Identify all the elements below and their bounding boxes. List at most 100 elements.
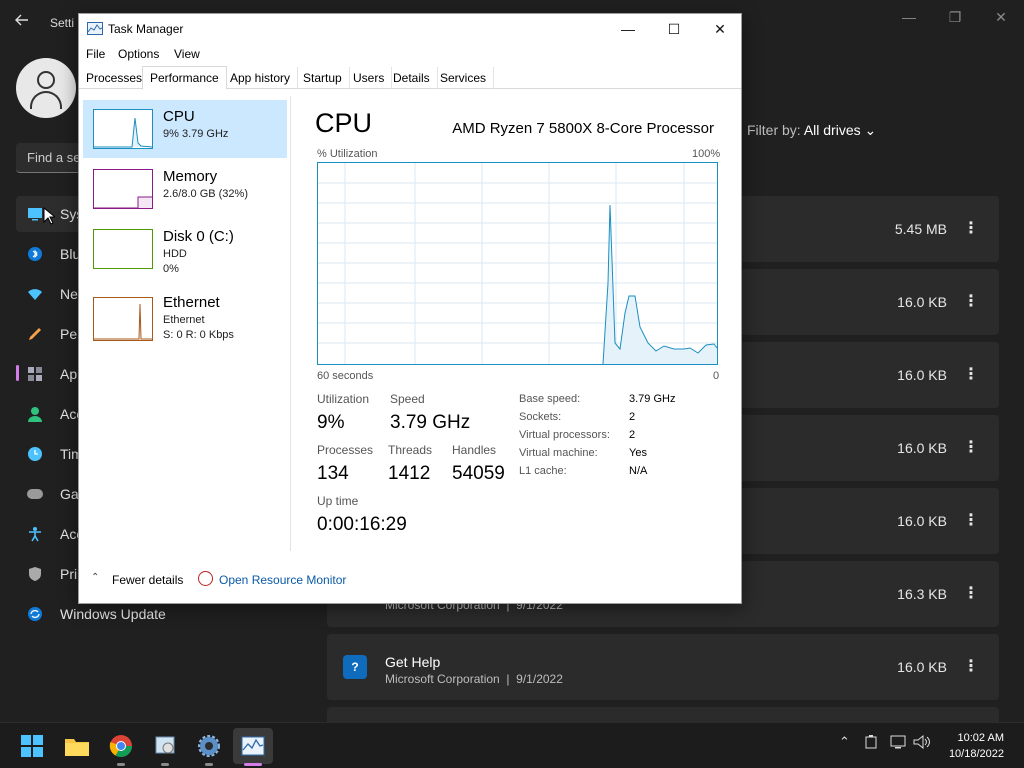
network-icon [26, 285, 44, 303]
spec-value: 3.79 GHz [629, 393, 676, 405]
tab-strip: Processes Performance App history Startu… [79, 66, 741, 90]
back-arrow-icon[interactable] [14, 12, 34, 32]
start-button[interactable] [18, 732, 46, 760]
spec-value: N/A [629, 465, 648, 477]
battery-icon[interactable] [865, 735, 877, 752]
more-options-icon[interactable]: ⋮ [963, 561, 979, 627]
more-options-icon[interactable]: ⋮ [963, 488, 979, 554]
footer: ⌃ Fewer details Open Resource Monitor [79, 570, 741, 590]
menu-options[interactable]: Options [118, 47, 159, 61]
app-size: 5.45 MB [894, 221, 947, 237]
device-detail: S: 0 R: 0 Kbps [163, 329, 234, 341]
device-name: CPU [163, 108, 195, 125]
threads-label: Threads [388, 443, 433, 457]
active-indicator [244, 763, 262, 766]
nav-label: Ne [60, 286, 78, 302]
device-detail: 2.6/8.0 GB (32%) [163, 188, 248, 200]
app-meta: Microsoft Corporation | 9/1/2022 [385, 672, 563, 686]
task-manager-icon [87, 22, 103, 35]
speed-label: Speed [390, 392, 425, 406]
device-name: Ethernet [163, 294, 220, 311]
device-detail: Ethernet [163, 314, 205, 326]
more-options-icon[interactable]: ⋮ [963, 634, 979, 700]
handles-label: Handles [452, 443, 497, 457]
device-detail: 9% 3.79 GHz [163, 128, 229, 140]
more-options-icon[interactable]: ⋮ [963, 269, 979, 335]
control-panel-icon[interactable] [151, 732, 179, 760]
device-cpu[interactable]: CPU 9% 3.79 GHz [83, 100, 287, 158]
chevron-up-icon[interactable]: ⌃ [839, 734, 850, 750]
close-icon[interactable]: ✕ [978, 6, 1024, 28]
speed-value: 3.79 GHz [390, 412, 471, 433]
app-size: 16.0 KB [897, 513, 947, 529]
running-indicator [205, 763, 213, 766]
menu-view[interactable]: View [174, 47, 200, 61]
volume-icon[interactable] [913, 734, 931, 752]
nav-label: Ap [60, 366, 78, 382]
app-name: Get Help [385, 654, 441, 670]
task-manager-taskbar-icon[interactable] [233, 728, 273, 764]
pane-divider[interactable] [290, 96, 291, 551]
app-row-get-help[interactable]: ? Get Help Microsoft Corporation | 9/1/2… [327, 634, 999, 700]
device-name: Disk 0 (C:) [163, 228, 234, 245]
gaming-icon [26, 485, 44, 503]
filter-value: All drives [803, 122, 861, 138]
device-ethernet[interactable]: Ethernet Ethernet S: 0 R: 0 Kbps [83, 286, 287, 344]
processes-label: Processes [317, 443, 374, 457]
spec-label: Sockets: [519, 411, 562, 423]
chrome-icon[interactable] [107, 732, 135, 760]
network-icon[interactable] [890, 735, 906, 752]
spec-label: Virtual machine: [519, 447, 598, 459]
memory-thumbnail-graph [93, 169, 153, 209]
tab-services[interactable]: Services [433, 67, 495, 89]
open-resource-monitor-link[interactable]: Open Resource Monitor [219, 573, 346, 587]
minimize-button[interactable]: — [605, 14, 651, 44]
device-detail: HDD [163, 248, 187, 260]
nav-label: Ga [60, 486, 79, 502]
disk-thumbnail-graph [93, 229, 153, 269]
utilization-label: Utilization [317, 392, 370, 406]
nav-label: Windows Update [60, 606, 166, 622]
device-memory[interactable]: Memory 2.6/8.0 GB (32%) [83, 160, 287, 218]
apps-icon [26, 365, 44, 383]
tab-app-history[interactable]: App history [223, 67, 299, 89]
running-indicator [161, 763, 169, 766]
uptime-label: Up time [317, 494, 359, 508]
settings-gear-icon[interactable] [195, 732, 223, 760]
tab-processes[interactable]: Processes [79, 67, 151, 89]
restore-icon[interactable]: ❐ [932, 6, 978, 28]
minimize-icon[interactable]: — [886, 6, 932, 28]
cpu-model: AMD Ryzen 7 5800X 8-Core Processor [452, 120, 714, 137]
tab-performance[interactable]: Performance [142, 66, 227, 90]
clock[interactable]: 10:02 AM 10/18/2022 [949, 730, 1004, 762]
windows-logo-icon [21, 735, 43, 757]
taskbar: ⌃ 10:02 AM 10/18/2022 [0, 722, 1024, 768]
menu-file[interactable]: File [86, 47, 105, 61]
spec-value: 2 [629, 429, 636, 441]
settings-title: Setti [50, 16, 75, 30]
close-button[interactable]: ✕ [697, 14, 743, 44]
file-explorer-icon[interactable] [63, 732, 91, 760]
utilization-value: 9% [317, 412, 345, 433]
accounts-icon [26, 405, 44, 423]
app-size: 16.0 KB [897, 294, 947, 310]
more-options-icon[interactable]: ⋮ [963, 415, 979, 481]
time-icon [26, 445, 44, 463]
filter-by-dropdown[interactable]: Filter by: All drives ⌄ [747, 122, 876, 139]
spec-value: Yes [629, 447, 647, 459]
settings-search-input[interactable]: Find a se [16, 143, 86, 173]
ethernet-thumbnail-graph [93, 297, 153, 341]
tab-startup[interactable]: Startup [296, 67, 350, 89]
more-options-icon[interactable]: ⋮ [963, 342, 979, 408]
more-options-icon[interactable]: ⋮ [963, 196, 979, 262]
spec-value: 2 [629, 411, 636, 423]
chevron-up-icon[interactable]: ⌃ [91, 572, 99, 583]
app-row[interactable] [327, 707, 999, 722]
title-bar[interactable]: Task Manager — ☐ ✕ [79, 14, 741, 44]
maximize-button[interactable]: ☐ [651, 14, 697, 44]
cpu-thumbnail-graph [93, 109, 153, 149]
tab-details[interactable]: Details [386, 67, 438, 89]
avatar[interactable] [16, 58, 76, 118]
device-disk[interactable]: Disk 0 (C:) HDD 0% [83, 220, 287, 278]
fewer-details-button[interactable]: Fewer details [112, 573, 183, 587]
